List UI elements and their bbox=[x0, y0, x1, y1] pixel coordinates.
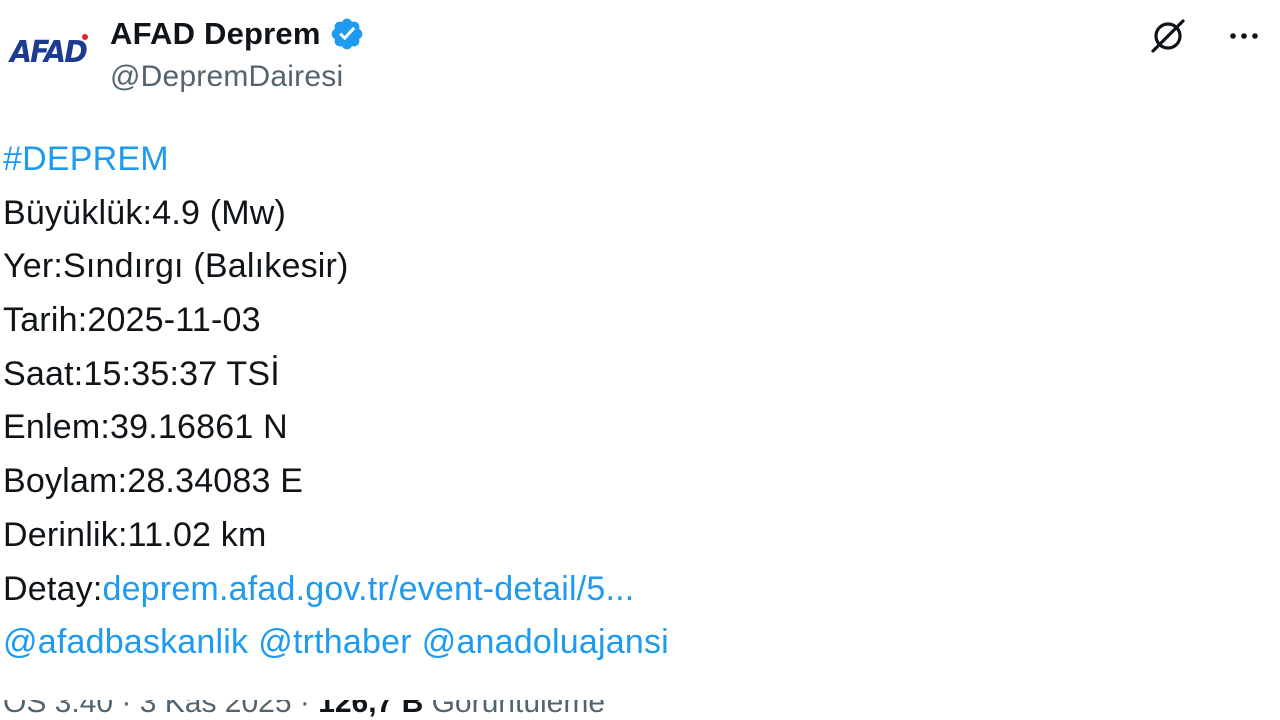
mentions-line: @afadbaskanlik @trthaber @anadoluajansi bbox=[3, 616, 669, 670]
time-line: Saat:15:35:37 TSİ bbox=[3, 354, 280, 393]
detail-label: Detay: bbox=[3, 569, 103, 608]
tweet-timestamp[interactable]: ÖS 3:40 · 3 Kas 2025 · bbox=[3, 700, 318, 719]
longitude-line: Boylam:28.34083 E bbox=[3, 462, 304, 501]
depth-line: Derinlik:11.02 km bbox=[3, 515, 267, 554]
grok-icon[interactable] bbox=[1146, 14, 1190, 58]
mention-trthaber[interactable]: @trthaber bbox=[258, 623, 412, 661]
views-label: Görüntüleme bbox=[423, 700, 606, 719]
magnitude-line: Büyüklük:4.9 (Mw) bbox=[3, 193, 287, 232]
tweet-text: #DEPREM Büyüklük:4.9 (Mw) Yer:Sındırgı (… bbox=[3, 133, 669, 670]
date-line: Tarih:2025-11-03 bbox=[3, 301, 261, 340]
user-handle[interactable]: @DepremDairesi bbox=[110, 60, 343, 94]
detail-link[interactable]: deprem.afad.gov.tr/event-detail/5... bbox=[102, 570, 634, 608]
top-actions bbox=[1146, 14, 1266, 58]
detail-line: Detay:deprem.afad.gov.tr/event-detail/5.… bbox=[3, 563, 669, 617]
avatar[interactable]: AFAD bbox=[0, 20, 96, 84]
location-line: Yer:Sındırgı (Balıkesir) bbox=[3, 247, 349, 286]
tweet-footer-meta: ÖS 3:40 · 3 Kas 2025 · 126,7 B Görüntüle… bbox=[3, 700, 605, 720]
views-count: 126,7 B bbox=[318, 700, 424, 719]
author-name-row: AFAD Deprem bbox=[110, 14, 365, 54]
hashtag-link[interactable]: #DEPREM bbox=[3, 140, 169, 178]
latitude-line: Enlem:39.16861 N bbox=[3, 408, 288, 447]
more-icon[interactable] bbox=[1222, 14, 1266, 58]
verified-badge-icon[interactable] bbox=[329, 16, 365, 52]
tweet: AFAD AFAD Deprem @DepremDairesi #DEPREM … bbox=[0, 0, 1280, 720]
afad-logo: AFAD bbox=[10, 34, 88, 70]
mention-afadbaskanlik[interactable]: @afadbaskanlik bbox=[3, 623, 248, 661]
display-name[interactable]: AFAD Deprem bbox=[110, 16, 321, 52]
afad-logo-dot bbox=[82, 34, 88, 40]
mention-anadoluajansi[interactable]: @anadoluajansi bbox=[422, 623, 669, 661]
